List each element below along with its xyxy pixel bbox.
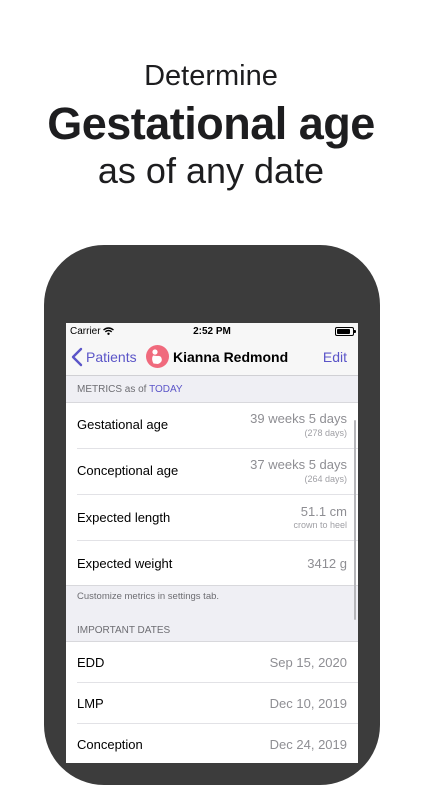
patient-avatar[interactable] — [146, 345, 169, 368]
headline-line-1: Determine — [144, 60, 278, 92]
metrics-list: Gestational age 39 weeks 5 days (278 day… — [66, 402, 358, 586]
metric-value: 37 weeks 5 days — [250, 457, 347, 472]
metric-value: 3412 g — [307, 556, 347, 571]
metric-sub: crown to heel — [293, 520, 347, 530]
metric-value: 39 weeks 5 days — [250, 411, 347, 426]
metric-row-expected-length[interactable]: Expected length 51.1 cm crown to heel — [66, 495, 358, 541]
metric-label: Expected weight — [77, 556, 173, 571]
date-label: LMP — [77, 696, 104, 711]
navigation-bar: Patients Kianna Redmond Edit — [66, 340, 358, 376]
date-label: EDD — [77, 655, 105, 670]
metrics-footnote: Customize metrics in settings tab. — [77, 591, 220, 602]
edit-button[interactable]: Edit — [323, 349, 347, 365]
date-value: Dec 10, 2019 — [269, 696, 347, 711]
scroll-indicator[interactable] — [354, 420, 356, 620]
pregnancy-icon — [152, 349, 162, 364]
app-screen: Carrier 2:52 PM Patients Kianna Redmond … — [66, 323, 358, 763]
metric-row-gestational-age[interactable]: Gestational age 39 weeks 5 days (278 day… — [66, 403, 358, 449]
date-row-lmp[interactable]: LMP Dec 10, 2019 — [66, 683, 358, 724]
headline-line-3: as of any date — [97, 150, 325, 191]
chevron-left-icon — [71, 347, 83, 367]
date-value: Sep 15, 2020 — [269, 655, 347, 670]
metric-row-conceptional-age[interactable]: Conceptional age 37 weeks 5 days (264 da… — [66, 449, 358, 495]
status-bar: Carrier 2:52 PM — [66, 323, 358, 340]
date-row-conception[interactable]: Conception Dec 24, 2019 — [66, 724, 358, 763]
back-button[interactable]: Patients — [70, 347, 137, 367]
metric-value: 51.1 cm — [300, 504, 347, 519]
dates-section-header: IMPORTANT DATES — [77, 625, 171, 636]
back-button-label: Patients — [86, 349, 137, 365]
metric-label: Conceptional age — [77, 463, 179, 478]
metric-label: Expected length — [77, 510, 171, 525]
today-link[interactable]: TODAY — [149, 384, 183, 395]
metric-label: Gestational age — [77, 417, 169, 432]
status-time: 2:52 PM — [193, 326, 231, 337]
patient-name: Kianna Redmond — [173, 349, 289, 365]
metrics-section-header: METRICS as of TODAY — [77, 384, 358, 395]
dates-list: EDD Sep 15, 2020 LMP Dec 10, 2019 Concep… — [66, 641, 358, 763]
metrics-header-label: METRICS as of — [77, 384, 147, 395]
metric-sub: (264 days) — [304, 474, 347, 484]
headline-line-2: Gestational age — [47, 98, 375, 149]
metric-sub: (278 days) — [304, 428, 347, 438]
battery-icon — [335, 327, 356, 336]
metric-row-expected-weight[interactable]: Expected weight 3412 g — [66, 541, 358, 585]
date-row-edd[interactable]: EDD Sep 15, 2020 — [66, 642, 358, 683]
